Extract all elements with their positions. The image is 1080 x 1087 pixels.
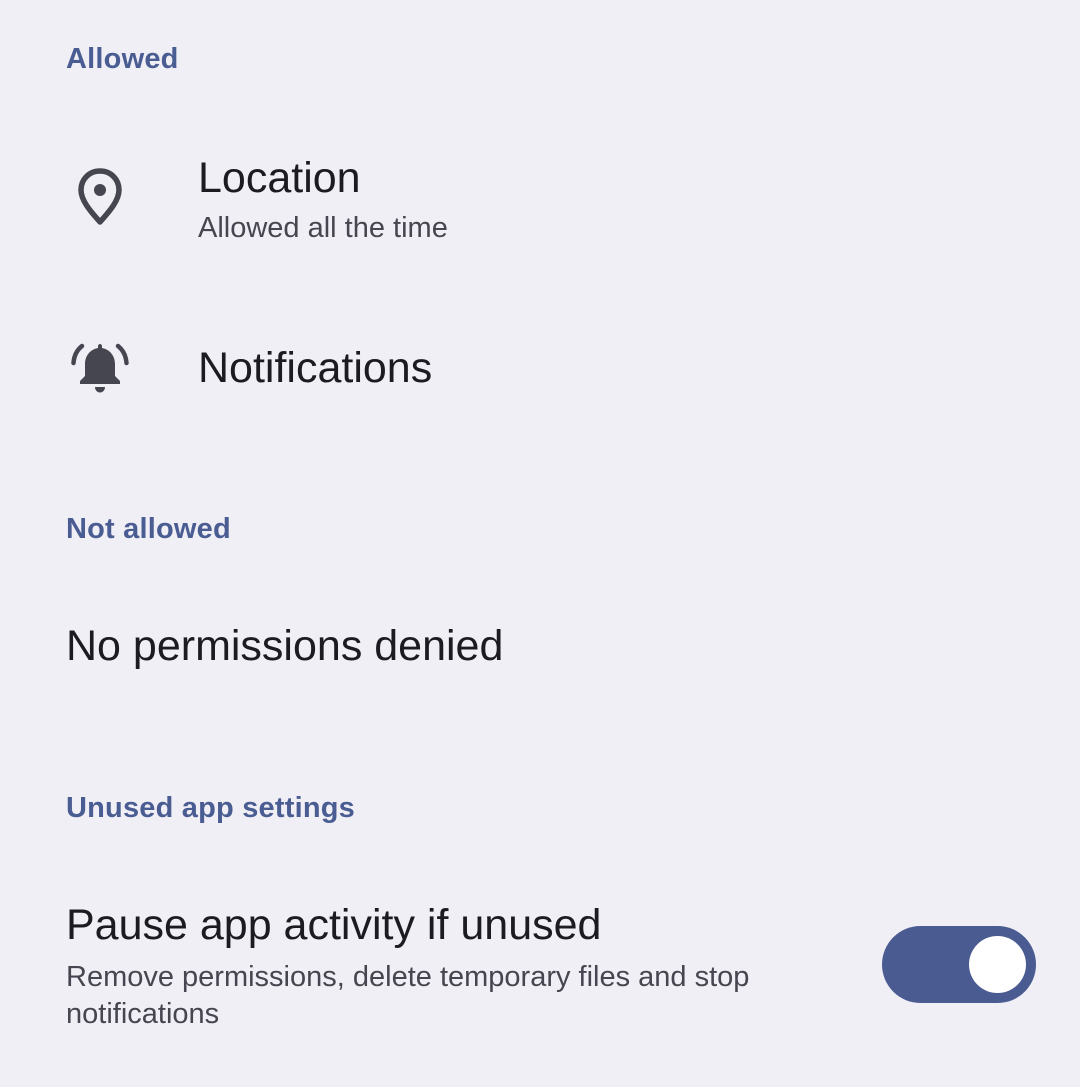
section-header-unused-app-settings: Unused app settings bbox=[66, 792, 355, 824]
no-permissions-denied-text: No permissions denied bbox=[66, 622, 504, 670]
pause-app-activity-summary: Remove permissions, delete temporary fil… bbox=[66, 961, 750, 1030]
pause-app-activity-toggle[interactable] bbox=[882, 926, 1036, 1003]
section-header-not-allowed: Not allowed bbox=[66, 513, 231, 545]
section-header-allowed: Allowed bbox=[66, 43, 179, 75]
permission-item-notifications[interactable]: Notifications bbox=[0, 320, 1080, 420]
permission-title-notifications: Notifications bbox=[198, 344, 433, 392]
permission-summary-location: Allowed all the time bbox=[198, 212, 448, 244]
bell-icon bbox=[64, 332, 136, 404]
permission-title-location: Location bbox=[198, 154, 361, 202]
pause-app-activity-title: Pause app activity if unused bbox=[66, 901, 602, 949]
toggle-thumb bbox=[969, 936, 1026, 993]
location-pin-icon bbox=[64, 162, 136, 234]
permission-item-location[interactable]: Location Allowed all the time bbox=[0, 140, 1080, 260]
